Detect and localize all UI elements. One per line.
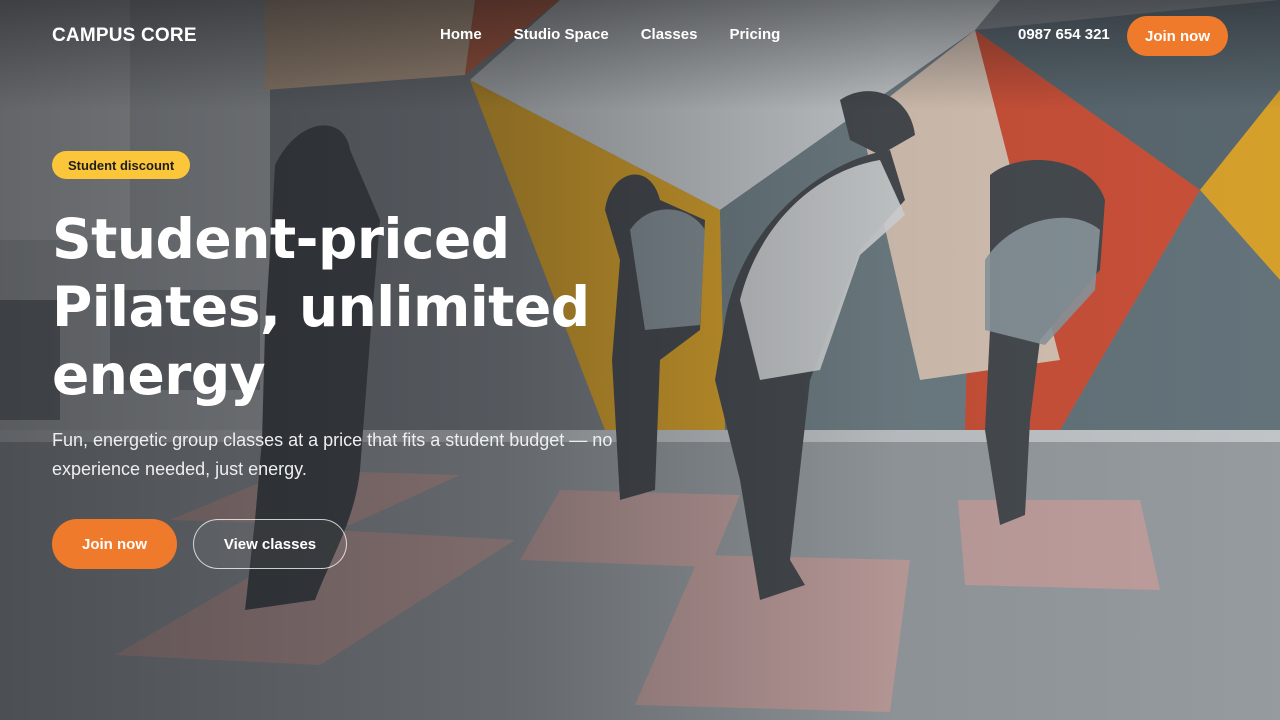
nav-studio-space[interactable]: Studio Space xyxy=(514,26,609,43)
nav-home[interactable]: Home xyxy=(440,26,482,43)
nav-classes[interactable]: Classes xyxy=(641,26,698,43)
hero-subtitle: Fun, energetic group classes at a price … xyxy=(52,430,613,479)
student-discount-badge: Student discount xyxy=(52,151,191,179)
join-now-button[interactable]: Join now xyxy=(52,519,177,569)
nav-pricing[interactable]: Pricing xyxy=(729,26,780,43)
site-header: CAMPUS CORE Home Studio Space Classes Pr… xyxy=(0,0,1280,72)
hero-section: CAMPUS CORE Home Studio Space Classes Pr… xyxy=(0,0,1280,720)
hero-title: Student-priced Pilates, unlimited energy xyxy=(52,207,590,407)
header-join-button[interactable]: Join now xyxy=(1127,16,1228,56)
brand-logo[interactable]: CAMPUS CORE xyxy=(52,25,197,47)
phone-number[interactable]: 0987 654 321 xyxy=(1018,26,1110,43)
main-nav: Home Studio Space Classes Pricing xyxy=(440,26,780,43)
view-classes-button[interactable]: View classes xyxy=(193,519,347,569)
